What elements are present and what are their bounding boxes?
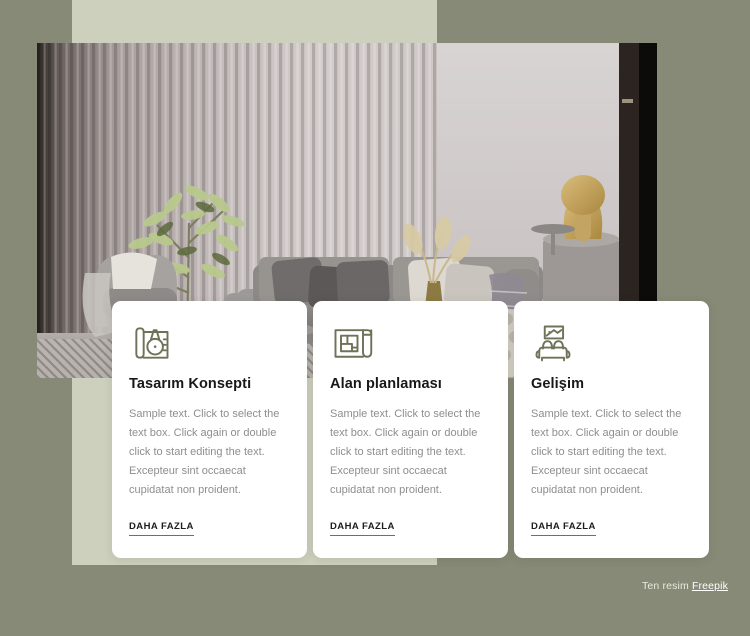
floor-plan-icon — [330, 321, 374, 365]
image-credit: Ten resim Freepik — [642, 580, 728, 592]
card-body-text: Sample text. Click to select the text bo… — [330, 408, 481, 497]
page-stage: Tasarım Konsepti Sample text. Click to s… — [0, 0, 750, 636]
sofa-picture-icon — [531, 321, 575, 365]
feature-card-space-planning[interactable]: Alan planlaması Sample text. Click to se… — [313, 301, 508, 558]
card-title: Alan planlaması — [330, 376, 442, 392]
read-more-link[interactable]: DAHA FAZLA — [330, 521, 395, 536]
image-credit-prefix: Ten resim — [642, 580, 692, 592]
feature-card-development[interactable]: Gelişim Sample text. Click to select the… — [514, 301, 709, 558]
freepik-link[interactable]: Freepik — [692, 580, 728, 592]
card-title: Gelişim — [531, 376, 585, 392]
feature-card-design-concept[interactable]: Tasarım Konsepti Sample text. Click to s… — [112, 301, 307, 558]
card-title: Tasarım Konsepti — [129, 376, 252, 392]
read-more-link[interactable]: DAHA FAZLA — [531, 521, 596, 536]
card-body-text: Sample text. Click to select the text bo… — [531, 408, 682, 497]
read-more-link[interactable]: DAHA FAZLA — [129, 521, 194, 536]
blueprint-compass-icon — [129, 321, 173, 365]
card-body-text: Sample text. Click to select the text bo… — [129, 408, 280, 497]
feature-cards-row: Tasarım Konsepti Sample text. Click to s… — [112, 301, 710, 558]
